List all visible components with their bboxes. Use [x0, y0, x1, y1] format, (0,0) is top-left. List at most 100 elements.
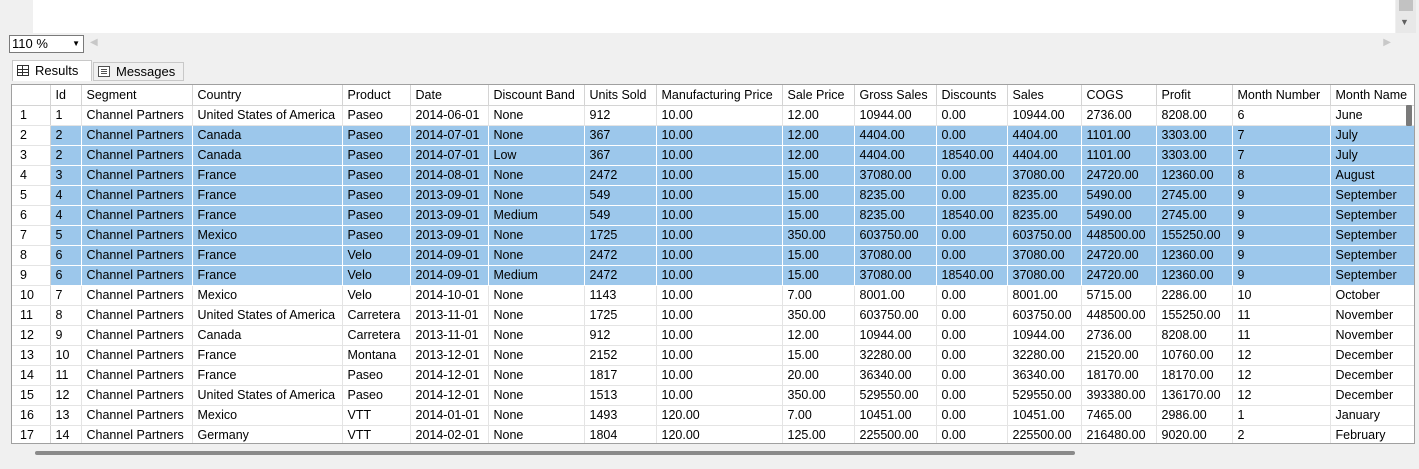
table-cell[interactable]: Channel Partners: [81, 405, 193, 426]
table-row[interactable]: 10 7 Channel Partners Mexico Velo 2014-10-01 N…: [12, 285, 1414, 306]
table-cell[interactable]: 4404.00: [1007, 125, 1082, 146]
table-cell[interactable]: 2472: [584, 265, 657, 286]
table-cell[interactable]: United States of America: [192, 305, 343, 326]
row-number[interactable]: 9: [12, 265, 51, 286]
table-cell[interactable]: 10: [50, 345, 82, 366]
grid-horizontal-scrollbar[interactable]: [11, 446, 1415, 460]
table-cell[interactable]: Medium: [488, 265, 585, 286]
table-cell[interactable]: France: [192, 185, 343, 206]
table-cell[interactable]: 15.00: [782, 165, 855, 186]
table-cell[interactable]: 10.00: [656, 285, 783, 306]
table-cell[interactable]: January: [1330, 405, 1414, 426]
grid-vertical-scroll-thumb[interactable]: [1406, 105, 1412, 126]
table-cell[interactable]: 10.00: [656, 145, 783, 166]
table-cell[interactable]: 2013-09-01: [410, 205, 489, 226]
table-cell[interactable]: Carretera: [342, 325, 411, 346]
row-number[interactable]: 15: [12, 385, 51, 406]
table-cell[interactable]: Carretera: [342, 305, 411, 326]
table-cell[interactable]: 7.00: [782, 285, 855, 306]
table-cell[interactable]: Paseo: [342, 105, 411, 126]
table-cell[interactable]: December: [1330, 385, 1414, 406]
table-row[interactable]: 7 5 Channel Partners Mexico Paseo 2013-09-01 N…: [12, 225, 1414, 246]
table-cell[interactable]: 8208.00: [1156, 105, 1233, 126]
table-cell[interactable]: 10.00: [656, 325, 783, 346]
table-cell[interactable]: September: [1330, 245, 1414, 266]
table-cell[interactable]: Germany: [192, 425, 343, 443]
table-cell[interactable]: 1817: [584, 365, 657, 386]
table-cell[interactable]: France: [192, 205, 343, 226]
table-cell[interactable]: 11: [50, 365, 82, 386]
table-cell[interactable]: France: [192, 265, 343, 286]
table-cell[interactable]: None: [488, 305, 585, 326]
table-cell[interactable]: 350.00: [782, 385, 855, 406]
table-cell[interactable]: Channel Partners: [81, 165, 193, 186]
zoom-dropdown[interactable]: 110 % ▼: [9, 35, 84, 53]
table-cell[interactable]: 12: [1232, 345, 1331, 366]
column-header[interactable]: Date: [410, 85, 489, 106]
table-cell[interactable]: None: [488, 425, 585, 443]
row-number[interactable]: 12: [12, 325, 51, 346]
table-cell[interactable]: September: [1330, 205, 1414, 226]
table-cell[interactable]: 603750.00: [1007, 305, 1082, 326]
table-cell[interactable]: 2014-08-01: [410, 165, 489, 186]
scroll-right-arrow-icon[interactable]: ▶: [1383, 37, 1391, 48]
table-cell[interactable]: 2745.00: [1156, 205, 1233, 226]
table-cell[interactable]: Channel Partners: [81, 345, 193, 366]
table-row[interactable]: 4 3 Channel Partners France Paseo 2014-08-01 N…: [12, 165, 1414, 186]
table-cell[interactable]: 15.00: [782, 265, 855, 286]
table-cell[interactable]: November: [1330, 325, 1414, 346]
table-cell[interactable]: 18540.00: [936, 205, 1008, 226]
table-cell[interactable]: 12.00: [782, 325, 855, 346]
table-cell[interactable]: 4404.00: [1007, 145, 1082, 166]
table-cell[interactable]: France: [192, 245, 343, 266]
table-cell[interactable]: Mexico: [192, 225, 343, 246]
table-cell[interactable]: Paseo: [342, 165, 411, 186]
table-cell[interactable]: December: [1330, 345, 1414, 366]
table-cell[interactable]: 4: [49, 185, 82, 206]
row-number[interactable]: 2: [12, 125, 51, 146]
table-row[interactable]: 6 4 Channel Partners France Paseo 2013-09-01 M…: [12, 205, 1414, 226]
column-header[interactable]: Discounts: [936, 85, 1008, 106]
table-cell[interactable]: 216480.00: [1081, 425, 1157, 443]
results-grid[interactable]: Id Segment Country Product Date Discount Band…: [11, 84, 1415, 444]
row-number[interactable]: 5: [12, 185, 51, 206]
table-cell[interactable]: 4: [49, 205, 82, 226]
table-cell[interactable]: 1143: [584, 285, 657, 306]
table-cell[interactable]: 21520.00: [1081, 345, 1157, 366]
table-cell[interactable]: 12.00: [782, 125, 855, 146]
row-number[interactable]: 16: [12, 405, 51, 426]
table-cell[interactable]: 0.00: [936, 125, 1008, 146]
table-cell[interactable]: 2014-06-01: [410, 105, 489, 126]
row-number[interactable]: 1: [12, 105, 51, 126]
table-cell[interactable]: 18170.00: [1156, 365, 1233, 386]
table-cell[interactable]: Low: [488, 145, 585, 166]
column-header[interactable]: Country: [192, 85, 343, 106]
table-cell[interactable]: 5490.00: [1081, 185, 1157, 206]
table-cell[interactable]: Paseo: [342, 185, 411, 206]
table-cell[interactable]: 549: [584, 205, 657, 226]
table-row[interactable]: 5 4 Channel Partners France Paseo 2013-09-01 N…: [12, 185, 1414, 206]
table-cell[interactable]: 367: [584, 125, 657, 146]
table-cell[interactable]: 549: [584, 185, 657, 206]
table-cell[interactable]: Velo: [342, 245, 411, 266]
table-cell[interactable]: 9: [1232, 185, 1331, 206]
table-cell[interactable]: France: [192, 165, 343, 186]
table-cell[interactable]: 10944.00: [1007, 105, 1082, 126]
table-row[interactable]: 1 1 Channel Partners United States of Ameri…: [12, 105, 1414, 126]
table-row[interactable]: 2 2 Channel Partners Canada Paseo 2014-07-01 N…: [12, 125, 1414, 146]
table-cell[interactable]: 10.00: [656, 185, 783, 206]
table-cell[interactable]: 0.00: [936, 105, 1008, 126]
table-cell[interactable]: Medium: [488, 205, 585, 226]
table-cell[interactable]: 37080.00: [1007, 265, 1082, 286]
row-number[interactable]: 8: [12, 245, 51, 266]
row-number[interactable]: 6: [12, 205, 51, 226]
row-number[interactable]: 11: [12, 305, 51, 326]
table-cell[interactable]: 8235.00: [1007, 185, 1082, 206]
table-cell[interactable]: France: [192, 365, 343, 386]
table-cell[interactable]: Channel Partners: [81, 305, 193, 326]
table-cell[interactable]: Channel Partners: [81, 385, 193, 406]
row-number[interactable]: 17: [12, 425, 51, 443]
table-cell[interactable]: 12: [1232, 385, 1331, 406]
table-cell[interactable]: Channel Partners: [81, 325, 193, 346]
table-cell[interactable]: 37080.00: [854, 245, 937, 266]
